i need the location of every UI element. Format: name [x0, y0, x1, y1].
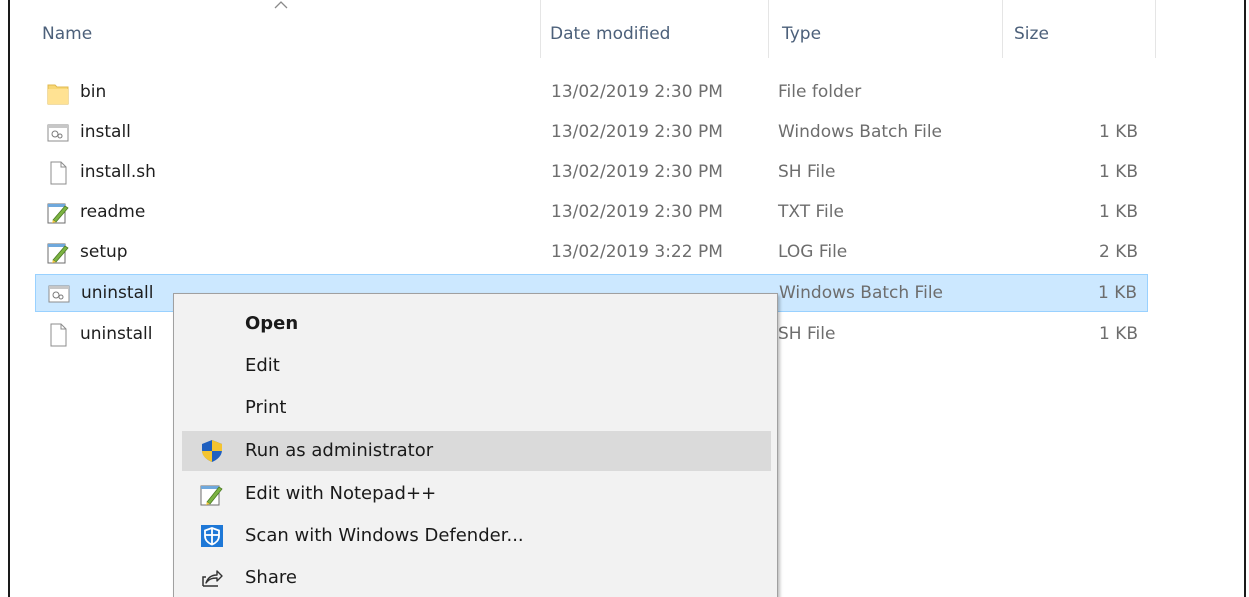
menu-item-scan-with-windows-defender[interactable]: Scan with Windows Defender...: [182, 516, 771, 556]
file-date: 13/02/2019 2:30 PM: [551, 82, 723, 102]
menu-item-edit-with-notepad-plus-plus[interactable]: Edit with Notepad++: [182, 474, 771, 514]
column-divider[interactable]: [1002, 0, 1003, 58]
context-menu: Open Edit Print Run as administrator Edi…: [173, 293, 778, 597]
column-date-label: Date modified: [550, 24, 671, 44]
menu-item-print[interactable]: Print: [182, 388, 771, 428]
sort-ascending-icon: [274, 1, 288, 9]
file-type: Windows Batch File: [778, 122, 943, 142]
file-type: SH File: [778, 324, 836, 344]
file-date: 13/02/2019 2:30 PM: [551, 162, 723, 182]
file-date: 13/02/2019 3:22 PM: [551, 242, 723, 262]
column-divider[interactable]: [540, 0, 541, 58]
menu-item-label: Run as administrator: [245, 440, 434, 461]
column-name-header[interactable]: Name: [42, 24, 92, 44]
file-row-setup[interactable]: setup 13/02/2019 3:22 PM LOG File 2 KB: [35, 234, 1148, 272]
menu-item-label: Share: [245, 567, 297, 588]
share-icon: [202, 570, 223, 587]
menu-item-run-as-administrator[interactable]: Run as administrator: [182, 431, 771, 471]
file-name: install.sh: [80, 162, 156, 182]
column-size-header[interactable]: Size: [1014, 24, 1049, 44]
file-row-bin[interactable]: bin 13/02/2019 2:30 PM File folder: [35, 74, 1148, 112]
uac-shield-icon: [202, 440, 222, 462]
file-type: LOG File: [778, 242, 848, 262]
column-name-label: Name: [42, 24, 93, 44]
batch-file-icon: [48, 285, 70, 303]
menu-item-label: Edit: [245, 355, 280, 376]
file-size: 1 KB: [1098, 122, 1138, 142]
file-type: File folder: [778, 82, 862, 102]
menu-item-share[interactable]: Share: [182, 558, 771, 597]
notepad-file-icon: [47, 203, 69, 224]
file-date: 13/02/2019 2:30 PM: [551, 202, 723, 222]
folder-icon: [47, 84, 69, 105]
column-date-header[interactable]: Date modified: [550, 24, 670, 44]
menu-item-open[interactable]: Open: [182, 304, 771, 344]
blank-file-icon: [50, 161, 67, 185]
menu-item-label: Open: [245, 313, 299, 334]
file-name: setup: [80, 242, 128, 262]
menu-item-label: Print: [245, 397, 287, 418]
file-explorer-window: Name Date modified Type Size bin 13/02/2…: [8, 0, 1246, 597]
file-name: install: [80, 122, 131, 142]
menu-item-label: Scan with Windows Defender...: [245, 525, 524, 546]
file-name: uninstall: [81, 283, 154, 303]
menu-item-label: Edit with Notepad++: [245, 483, 437, 504]
file-size: 1 KB: [1098, 324, 1138, 344]
file-row-install-sh[interactable]: install.sh 13/02/2019 2:30 PM SH File 1 …: [35, 154, 1148, 192]
column-type-label: Type: [782, 24, 822, 44]
column-type-header[interactable]: Type: [782, 24, 821, 44]
column-size-label: Size: [1014, 24, 1049, 44]
notepad-icon: [200, 485, 223, 506]
batch-file-icon: [47, 124, 69, 142]
column-header: Name Date modified Type Size: [10, 0, 1244, 72]
file-size: 1 KB: [1098, 202, 1138, 222]
defender-icon: [201, 525, 223, 547]
blank-file-icon: [50, 323, 67, 347]
file-size: 2 KB: [1098, 242, 1138, 262]
file-type: SH File: [778, 162, 836, 182]
file-row-readme[interactable]: readme 13/02/2019 2:30 PM TXT File 1 KB: [35, 194, 1148, 232]
file-name: uninstall: [80, 324, 153, 344]
column-divider[interactable]: [768, 0, 769, 58]
file-name: bin: [80, 82, 107, 102]
file-type: TXT File: [778, 202, 844, 222]
file-size: 1 KB: [1097, 283, 1137, 303]
column-divider[interactable]: [1155, 0, 1156, 58]
notepad-file-icon: [47, 243, 69, 264]
file-name: readme: [80, 202, 146, 222]
file-size: 1 KB: [1098, 162, 1138, 182]
file-type: Windows Batch File: [779, 283, 944, 303]
file-date: 13/02/2019 2:30 PM: [551, 122, 723, 142]
menu-item-edit[interactable]: Edit: [182, 346, 771, 386]
file-row-install[interactable]: install 13/02/2019 2:30 PM Windows Batch…: [35, 114, 1148, 152]
